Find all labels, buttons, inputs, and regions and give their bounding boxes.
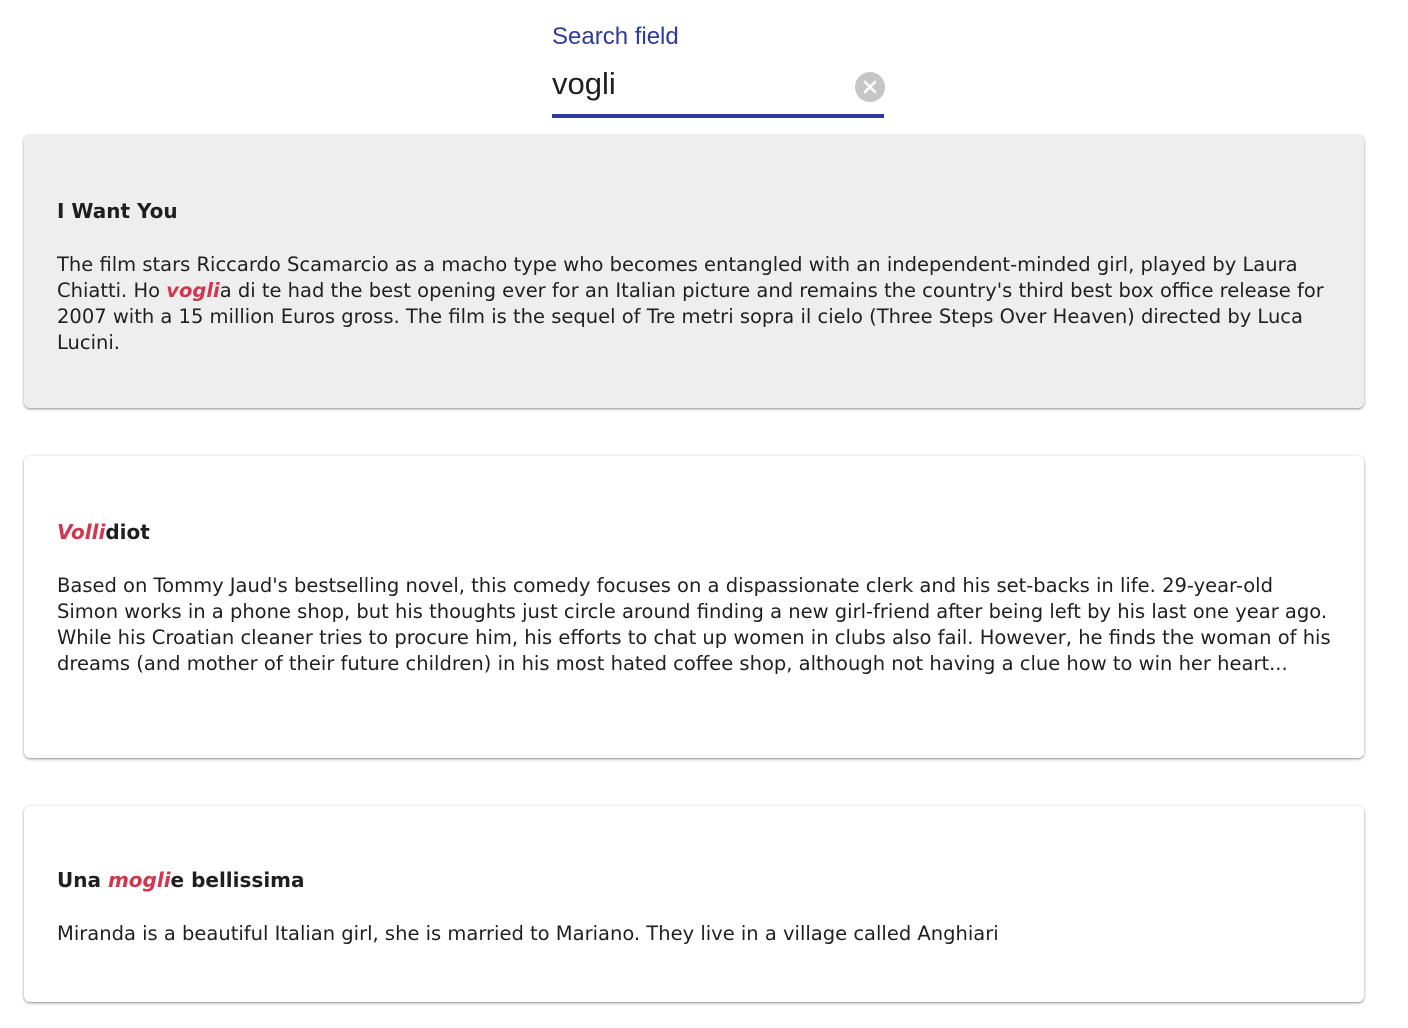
search-underline — [552, 114, 884, 118]
result-title: I Want You — [57, 198, 1331, 224]
result-description: The film stars Riccardo Scamarcio as a m… — [57, 252, 1331, 356]
text-fragment: e bellissima — [170, 868, 305, 892]
clear-circle-icon — [863, 80, 877, 94]
result-description: Based on Tommy Jaud's bestselling novel,… — [57, 573, 1331, 677]
result-description: Miranda is a beautiful Italian girl, she… — [57, 921, 1331, 947]
match-highlight: Volli — [57, 520, 106, 544]
result-card[interactable]: Una moglie bellissima Miranda is a beaut… — [24, 806, 1364, 1002]
text-fragment: Based on Tommy Jaud's bestselling novel,… — [57, 574, 1331, 675]
text-fragment: Una — [57, 868, 108, 892]
search-input[interactable] — [552, 62, 842, 106]
result-title: Vollidiot — [57, 519, 1331, 545]
text-fragment: Miranda is a beautiful Italian girl, she… — [57, 922, 999, 945]
match-highlight: mogli — [107, 868, 171, 892]
result-card[interactable]: Vollidiot Based on Tommy Jaud's bestsell… — [24, 456, 1364, 758]
match-highlight: vogli — [166, 279, 220, 302]
clear-search-button[interactable] — [855, 72, 885, 102]
text-fragment: I Want You — [57, 199, 178, 223]
result-title: Una moglie bellissima — [57, 867, 1331, 893]
text-fragment: a di te had the best opening ever for an… — [57, 279, 1324, 354]
result-card[interactable]: I Want You The film stars Riccardo Scama… — [24, 135, 1364, 408]
search-field-label: Search field — [552, 23, 679, 50]
search-field: Search field — [552, 20, 885, 118]
text-fragment: diot — [105, 520, 150, 544]
